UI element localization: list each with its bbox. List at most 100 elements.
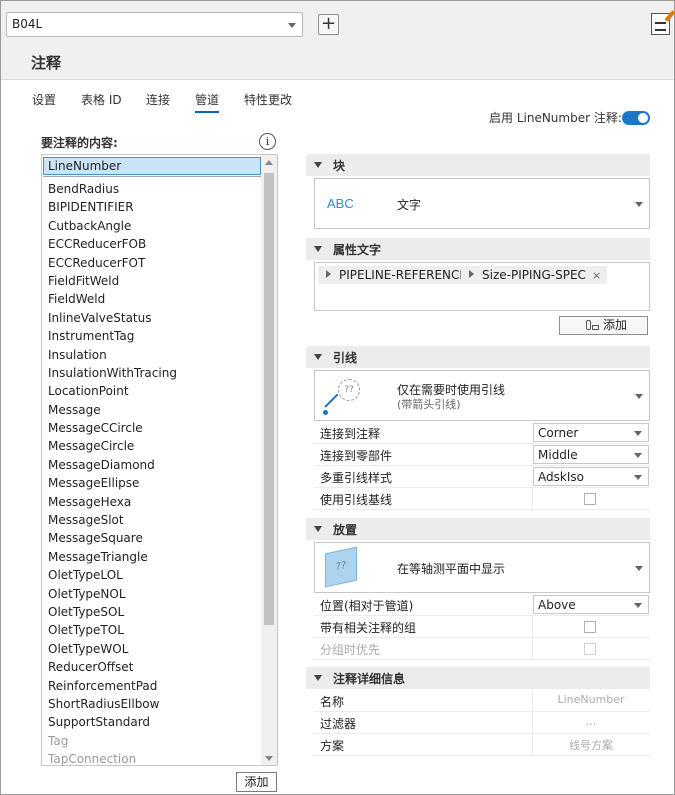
scroll-down-icon[interactable] [265,756,273,761]
section-details-title: 注释详细信息 [333,672,406,686]
property-row: 位置(相对于管道) Above [314,594,650,616]
property-label: 位置(相对于管道) [320,599,414,613]
connect-to-annotation-select[interactable]: Corner [533,423,649,442]
leader-type-dropdown[interactable]: ?? 仅在需要时使用引线 (带箭头引线) [314,370,650,421]
collapse-icon [314,354,322,360]
tab-connection[interactable]: 连接 [146,91,170,111]
tab-pipe[interactable]: 管道 [195,91,220,113]
property-row: 使用引线基线 [314,488,650,510]
list-item[interactable]: OletTypeTOL [48,621,262,639]
section-placement-header[interactable]: 放置 [306,518,650,540]
list-item[interactable]: ReducerOffset [48,658,262,676]
add-content-button[interactable]: 添加 [236,772,277,792]
connect-to-part-select[interactable]: Middle [533,445,649,464]
list-item[interactable]: MessageTriangle [48,548,262,566]
list-item[interactable]: Insulation [48,346,262,364]
list-item[interactable]: ShortRadiusEllbow [48,695,262,713]
section-block-header[interactable]: 块 [306,154,650,176]
tab-table-id[interactable]: 表格 ID [81,91,122,111]
group-with-related-checkbox[interactable] [584,621,596,633]
section-leader-header[interactable]: 引线 [306,346,650,368]
section-placement-title: 放置 [333,523,358,537]
list-item[interactable]: OletTypeLOL [48,566,262,584]
property-row: 方案 线号方案 [314,734,650,756]
list-item[interactable]: Message [48,401,262,419]
scheme-value[interactable]: 线号方案 [533,737,649,753]
add-attribute-label: 添加 [603,318,628,332]
list-item[interactable]: OletTypeWOL [48,640,262,658]
leader-arrow-icon: ?? [323,379,361,417]
property-row: 连接到零部件 Middle [314,444,650,466]
chip-arrow-icon [326,270,331,278]
chevron-down-icon [634,453,642,458]
scroll-thumb[interactable] [264,173,274,625]
collapse-icon [314,162,322,168]
chip-arrow-icon [469,270,474,278]
placement-dropdown[interactable]: ?? 在等轴测平面中显示 [314,542,650,593]
tab-property-change[interactable]: 特性更改 [244,91,292,111]
multileader-style-select[interactable]: AdskIso [533,467,649,486]
group-priority-checkbox[interactable] [584,643,596,655]
property-label: 名称 [320,695,345,709]
list-item[interactable]: FieldFitWeld [48,272,262,290]
section-details-header[interactable]: 注释详细信息 [306,667,650,689]
property-label: 方案 [320,739,345,753]
chip-close-icon[interactable]: × [592,269,601,282]
property-row: 带有相关注释的组 [314,616,650,638]
use-leader-baseline-checkbox[interactable] [584,493,596,505]
list-item[interactable]: OletTypeSOL [48,603,262,621]
property-row: 分组时优先 [314,638,650,660]
enable-annotation-toggle[interactable] [622,111,650,125]
list-item[interactable]: BendRadius [48,180,262,198]
column-divider [532,690,533,756]
list-item[interactable]: ECCReducerFOT [48,254,262,272]
info-icon[interactable]: i [259,133,276,150]
tab-settings[interactable]: 设置 [32,91,56,111]
list-item[interactable]: MessageHexa [48,493,262,511]
list-item[interactable]: InstrumentTag [48,327,262,345]
position-select[interactable]: Above [533,595,649,614]
list-item[interactable]: OletTypeNOL [48,585,262,603]
add-style-button[interactable]: + [318,14,339,35]
style-selector[interactable]: B04L [6,12,303,37]
list-item[interactable]: FieldWeld [48,290,262,308]
list-item[interactable]: ECCReducerFOB [48,235,262,253]
add-attribute-icon [586,320,599,331]
list-item[interactable]: ReinforcementPad [48,677,262,695]
list-item[interactable]: MessageSquare [48,529,262,547]
annotation-content-list[interactable]: LineNumber BendRadius BIPIDENTIFIER Cutbac… [41,154,278,766]
list-item[interactable]: MessageSlot [48,511,262,529]
section-leader-title: 引线 [333,351,358,365]
attribute-text-box[interactable]: PIPELINE-REFERENCE- Size-PIPING-SPEC × [314,262,650,311]
scroll-up-icon[interactable] [265,160,273,165]
list-item[interactable]: InsulationWithTracing [48,364,262,382]
section-attribute-text-header[interactable]: 属性文字 [306,238,650,260]
property-label: 分组时优先 [320,643,381,657]
leader-type-subtitle: (带箭头引线) [397,398,461,411]
property-label: 连接到零部件 [320,449,393,463]
list-item[interactable]: MessageEllipse [48,474,262,492]
attribute-chip[interactable]: Size-PIPING-SPEC × [461,266,608,284]
list-item[interactable]: BIPIDENTIFIER [48,198,262,216]
list-item[interactable]: MessageCCircle [48,419,262,437]
edit-document-icon[interactable] [651,10,675,35]
annotation-name-value: LineNumber [557,693,625,706]
filter-value[interactable]: ... [533,715,649,728]
property-label: 过滤器 [320,717,357,731]
list-item[interactable]: CutbackAngle [48,217,262,235]
list-item[interactable]: InlineValveStatus [48,309,262,327]
list-scrollbar[interactable] [261,155,277,765]
list-item[interactable]: TapConnection [48,750,262,768]
list-item[interactable]: LocationPoint [48,382,262,400]
list-item[interactable]: Tag [48,732,262,750]
list-item[interactable]: SupportStandard [48,713,262,731]
list-item[interactable]: MessageDiamond [48,456,262,474]
enable-annotation-label: 启用 LineNumber 注释: [489,111,622,125]
attribute-chip[interactable]: PIPELINE-REFERENCE- [318,266,472,284]
page-title: 注释 [31,54,62,72]
list-item[interactable]: MessageCircle [48,437,262,455]
list-item-selected[interactable]: LineNumber [43,157,261,175]
block-type-dropdown[interactable]: ABC 文字 [314,178,650,229]
add-attribute-button[interactable]: 添加 [559,316,648,335]
header-bar: B04L + 注释 [1,1,675,80]
